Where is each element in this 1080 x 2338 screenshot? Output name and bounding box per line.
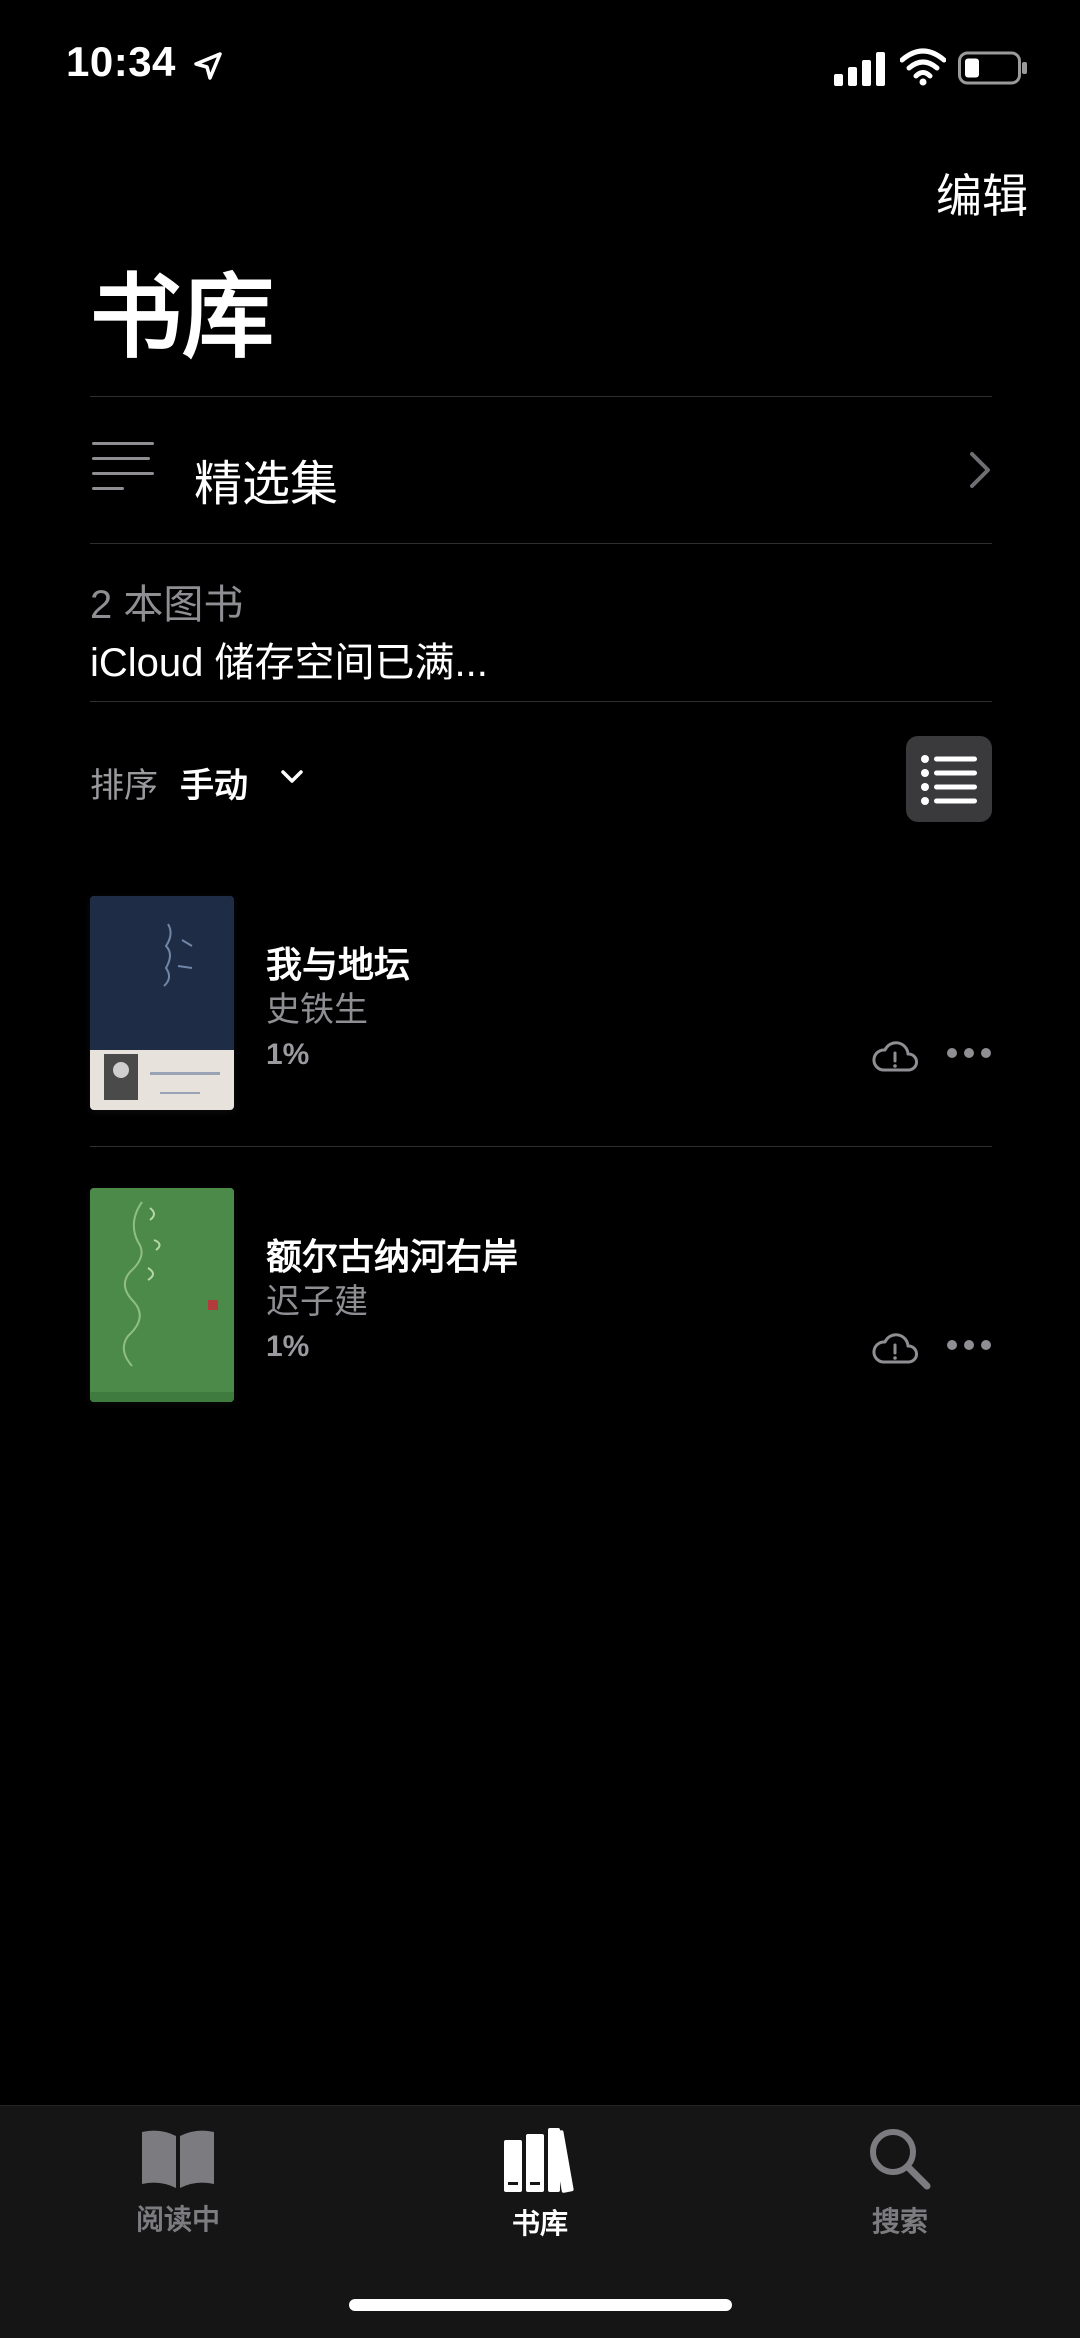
book-cover[interactable] xyxy=(90,1188,234,1402)
divider xyxy=(90,396,992,397)
book-title: 我与地坛 xyxy=(266,944,411,985)
book-progress: 1% xyxy=(266,1038,310,1071)
book-item[interactable]: 我与地坛 史铁生 1% xyxy=(90,896,992,1116)
sort-label: 排序 xyxy=(90,767,158,805)
chevron-down-icon[interactable] xyxy=(280,768,304,786)
book-cover-art xyxy=(90,1188,234,1402)
library-books-icon xyxy=(504,2128,574,2193)
sort-selector[interactable]: 手动 xyxy=(180,758,248,807)
tab-search[interactable]: 搜索 xyxy=(800,2126,1000,2266)
book-author: 迟子建 xyxy=(266,1283,368,1321)
status-time: 10:34 xyxy=(66,38,176,85)
home-indicator[interactable] xyxy=(349,2299,732,2311)
list-view-toggle-button[interactable] xyxy=(906,736,992,822)
book-item[interactable]: 额尔古纳河右岸 迟子建 1% xyxy=(90,1188,992,1408)
search-icon xyxy=(870,2129,931,2190)
page-title: 书库 xyxy=(90,267,275,369)
divider xyxy=(90,701,992,702)
location-arrow-icon xyxy=(194,52,222,80)
book-count: 2 本图书 xyxy=(90,583,244,627)
cloud-alert-icon[interactable] xyxy=(871,1328,919,1368)
book-cover[interactable] xyxy=(90,896,234,1110)
chevron-right-icon xyxy=(970,452,990,488)
list-view-icon xyxy=(921,755,977,805)
icloud-storage-status[interactable]: iCloud 储存空间已满... xyxy=(90,630,488,688)
tab-library[interactable]: 书库 xyxy=(440,2126,640,2266)
collections-row[interactable]: 精选集 xyxy=(90,398,992,542)
divider xyxy=(90,1146,992,1147)
more-options-icon[interactable] xyxy=(946,1338,992,1352)
wifi-icon xyxy=(900,48,946,86)
more-options-icon[interactable] xyxy=(946,1046,992,1060)
cellular-signal-icon xyxy=(834,52,885,86)
divider xyxy=(90,543,992,544)
book-progress: 1% xyxy=(266,1330,310,1363)
book-author: 史铁生 xyxy=(266,991,368,1029)
tab-reading-now[interactable]: 阅读中 xyxy=(78,2126,278,2266)
tab-label: 书库 xyxy=(511,2208,568,2239)
tab-label: 搜索 xyxy=(871,2206,928,2237)
book-open-icon xyxy=(142,2130,214,2188)
battery-icon xyxy=(958,51,1027,85)
edit-button[interactable]: 编辑 xyxy=(936,160,1028,226)
list-lines-icon xyxy=(92,442,154,490)
collections-label: 精选集 xyxy=(194,458,339,511)
book-title: 额尔古纳河右岸 xyxy=(266,1236,519,1277)
cloud-alert-icon[interactable] xyxy=(871,1036,919,1076)
tab-label: 阅读中 xyxy=(135,2204,220,2235)
book-cover-art xyxy=(90,896,234,1110)
